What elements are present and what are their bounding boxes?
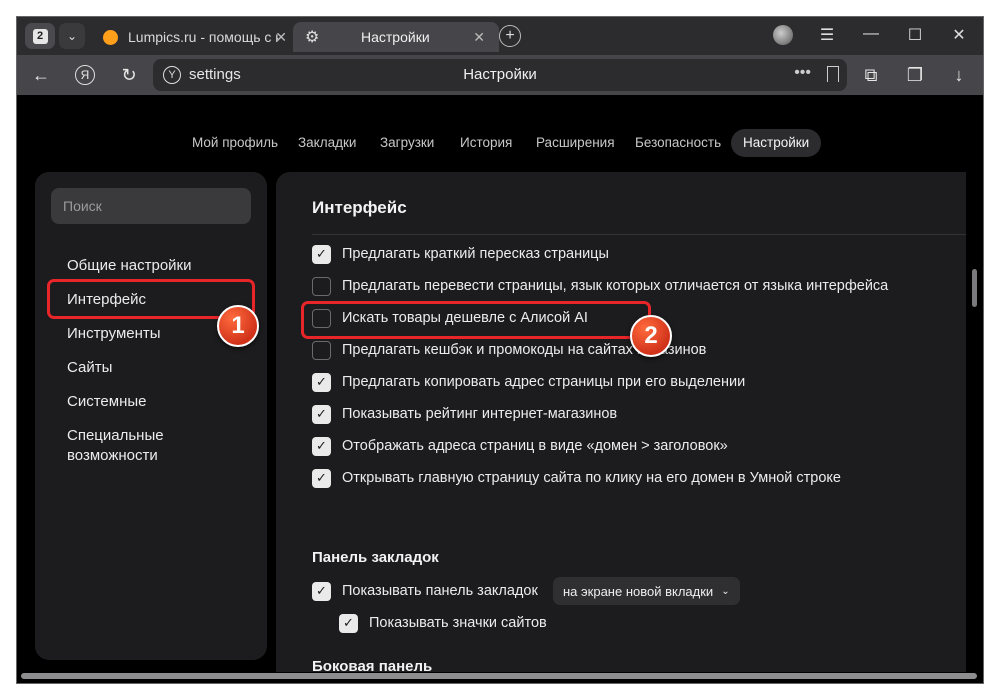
option-summary[interactable]: ✓ Предлагать краткий пересказ страницы	[312, 244, 609, 264]
option-label: Предлагать краткий пересказ страницы	[342, 246, 609, 262]
maximize-icon[interactable]: ☐	[903, 25, 927, 45]
select-value: на экране новой вкладки	[563, 583, 714, 599]
checkbox-checked[interactable]: ✓	[312, 468, 331, 488]
checkbox-checked[interactable]: ✓	[312, 436, 331, 456]
tab-lumpics[interactable]: Lumpics.ru - помощь с компьютером ✕	[93, 22, 293, 52]
option-label: Показывать панель закладок	[342, 583, 538, 599]
tab-extensions[interactable]: Расширения	[524, 129, 627, 157]
tab-count: 2	[32, 28, 48, 44]
option-copy-address[interactable]: ✓ Предлагать копировать адрес страницы п…	[312, 372, 745, 392]
collections-icon[interactable]: ❐	[903, 63, 927, 87]
option-label: Показывать значки сайтов	[369, 615, 547, 631]
option-show-bookmarks[interactable]: ✓ Показывать панель закладок	[312, 581, 538, 601]
option-label: Открывать главную страницу сайта по клик…	[342, 470, 841, 486]
option-open-homepage[interactable]: ✓ Открывать главную страницу сайта по кл…	[312, 468, 841, 488]
browser-window: 2 ⌄ Lumpics.ru - помощь с компьютером ✕ …	[16, 16, 984, 684]
tab-bar: 2 ⌄ Lumpics.ru - помощь с компьютером ✕ …	[17, 17, 983, 55]
minimize-icon[interactable]: —	[859, 25, 883, 43]
address-page-title: Настройки	[463, 66, 537, 83]
settings-sidebar: Общие настройки Интерфейс Инструменты Са…	[35, 172, 267, 660]
tab-bookmarks[interactable]: Закладки	[286, 129, 368, 157]
step-badge-2: 2	[630, 315, 672, 357]
search-input[interactable]	[51, 188, 251, 224]
profile-avatar[interactable]	[773, 25, 793, 45]
sidebar-item-sites[interactable]: Сайты	[67, 358, 247, 378]
vertical-scrollbar[interactable]	[972, 269, 977, 307]
close-icon[interactable]: ✕	[473, 29, 485, 46]
chevron-down-icon: ⌄	[721, 585, 730, 597]
highlight-cheaper-goods	[301, 301, 651, 339]
checkbox-checked[interactable]: ✓	[312, 244, 331, 264]
download-icon[interactable]: ↓	[947, 63, 971, 87]
new-tab-icon[interactable]: +	[499, 25, 521, 47]
checkbox-unchecked[interactable]	[312, 340, 331, 360]
settings-panel: Интерфейс ✓ Предлагать краткий пересказ …	[276, 172, 966, 672]
option-domain-title[interactable]: ✓ Отображать адреса страниц в виде «доме…	[312, 436, 728, 456]
menu-icon[interactable]: ☰	[815, 25, 839, 45]
settings-nav: Мой профиль Закладки Загрузки История Ра…	[17, 129, 983, 157]
chevron-down-icon[interactable]: ⌄	[59, 23, 85, 49]
side-panel-title: Боковая панель	[312, 658, 433, 672]
back-arrow-icon[interactable]: ←	[29, 63, 53, 87]
option-label: Предлагать перевести страницы, язык кото…	[342, 278, 889, 294]
tab-security[interactable]: Безопасность	[623, 129, 733, 157]
checkbox-checked[interactable]: ✓	[312, 372, 331, 392]
reload-icon[interactable]: ↻	[117, 63, 141, 87]
extensions-icon[interactable]: ⧉	[859, 63, 883, 87]
checkbox-checked[interactable]: ✓	[339, 613, 358, 633]
yandex-icon[interactable]: Я	[73, 63, 97, 87]
bookmark-icon[interactable]	[827, 66, 839, 82]
checkbox-checked[interactable]: ✓	[312, 581, 331, 601]
tab-history[interactable]: История	[448, 129, 524, 157]
gear-icon: ⚙	[305, 29, 320, 46]
tab-settings-active[interactable]: Настройки	[731, 129, 822, 157]
tab-title: Lumpics.ru - помощь с компьютером	[128, 29, 278, 45]
option-label: Показывать рейтинг интернет-магазинов	[342, 406, 618, 422]
sidebar-item-general[interactable]: Общие настройки	[67, 256, 247, 276]
tab-count-button[interactable]: 2	[25, 23, 55, 49]
step-badge-1: 1	[217, 305, 259, 347]
bookmarks-panel-title: Панель закладок	[312, 549, 439, 566]
toolbar: ← Я ↻ Y settings Настройки ••• ⧉ ❐ ↓	[17, 55, 983, 95]
window-close-icon[interactable]: ✕	[947, 25, 971, 45]
tab-title: Настройки	[361, 29, 430, 45]
bookmarks-visibility-select[interactable]: на экране новой вкладки ⌄	[553, 577, 740, 605]
horizontal-scrollbar[interactable]	[21, 673, 977, 679]
lumpics-favicon-icon	[103, 29, 118, 45]
address-bar[interactable]: Y settings Настройки •••	[153, 59, 847, 91]
option-site-icons[interactable]: ✓ Показывать значки сайтов	[339, 613, 547, 633]
tab-profile[interactable]: Мой профиль	[180, 129, 290, 157]
option-label: Предлагать копировать адрес страницы при…	[342, 374, 746, 390]
divider	[312, 234, 966, 235]
more-dots-icon[interactable]: •••	[794, 64, 811, 82]
section-title: Интерфейс	[312, 198, 407, 217]
tab-settings[interactable]: ⚙ Настройки ✕	[293, 22, 499, 52]
checkbox-unchecked[interactable]	[312, 276, 331, 296]
option-shop-rating[interactable]: ✓ Показывать рейтинг интернет-магазинов	[312, 404, 617, 424]
checkbox-checked[interactable]: ✓	[312, 404, 331, 424]
option-label: Отображать адреса страниц в виде «домен …	[342, 438, 728, 454]
tab-downloads[interactable]: Загрузки	[368, 129, 446, 157]
option-translate[interactable]: Предлагать перевести страницы, язык кото…	[312, 276, 888, 296]
close-icon[interactable]: ✕	[275, 29, 287, 46]
sidebar-item-accessibility[interactable]: Специальные возможности	[67, 426, 207, 466]
sidebar-item-system[interactable]: Системные	[67, 392, 247, 412]
